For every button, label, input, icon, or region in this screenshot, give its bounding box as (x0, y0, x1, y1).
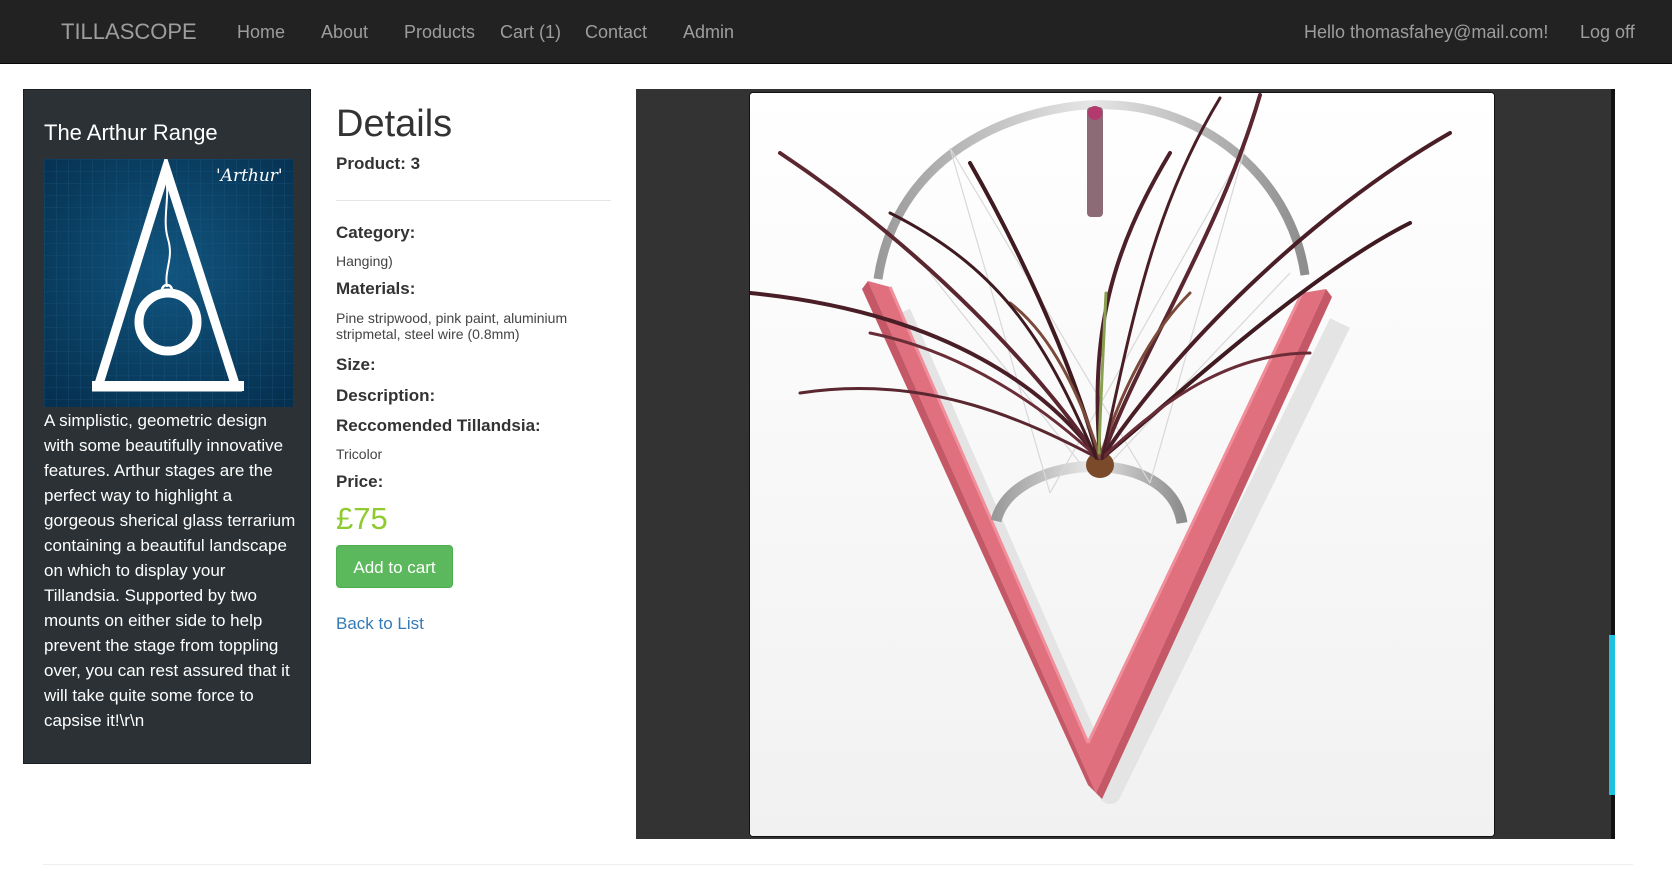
user-greeting-link[interactable]: Hello thomasfahey@mail.com! (1304, 0, 1548, 64)
price-label: Price: (336, 472, 384, 491)
arthur-stage-photo (750, 93, 1494, 836)
details-divider (336, 200, 611, 201)
description-label: Description: (336, 386, 436, 405)
nav-about[interactable]: About (321, 0, 368, 64)
category-label: Category: (336, 223, 416, 242)
nav-contact[interactable]: Contact (585, 0, 647, 64)
tillandsia-label: Reccomended Tillandsia: (336, 416, 541, 435)
nav-cart[interactable]: Cart (1) (500, 0, 561, 64)
brand-link[interactable]: TILLASCOPE (61, 0, 197, 64)
back-to-list-link[interactable]: Back to List (336, 614, 424, 633)
nav-admin[interactable]: Admin (683, 0, 734, 64)
product-image-viewer[interactable] (636, 89, 1615, 839)
product-id: Product: 3 (336, 154, 421, 173)
price-value: £75 (336, 501, 388, 536)
add-to-cart-button[interactable]: Add to cart (336, 545, 453, 588)
logoff-link[interactable]: Log off (1580, 0, 1635, 64)
nav-home[interactable]: Home (237, 0, 285, 64)
viewer-scroll-indicator[interactable] (1609, 635, 1615, 795)
thumbnail-script-text: 'Arthur' (216, 166, 283, 186)
materials-value: Pine stripwood, pink paint, aluminium st… (336, 310, 568, 342)
range-thumbnail: 'Arthur' (44, 159, 293, 407)
footer-divider (43, 864, 1633, 865)
materials-label: Materials: (336, 279, 416, 298)
product-photo[interactable] (749, 92, 1495, 837)
range-description: A simplistic, geometric design with some… (44, 411, 296, 730)
top-navbar: TILLASCOPE Home About Products Cart (1) … (0, 0, 1672, 64)
category-value: Hanging) (336, 253, 393, 269)
arthur-blueprint-image: 'Arthur' (44, 159, 293, 407)
size-label: Size: (336, 355, 376, 374)
nav-products[interactable]: Products (404, 0, 475, 64)
range-sidebar: The Arthur Range 'Arthur' A simplistic, … (23, 89, 311, 764)
tillandsia-value: Tricolor (336, 446, 383, 462)
range-title: The Arthur Range (44, 120, 218, 145)
product-details: Details Product: 3 Category: Hanging) Ma… (336, 100, 611, 634)
details-heading: Details (336, 103, 453, 145)
